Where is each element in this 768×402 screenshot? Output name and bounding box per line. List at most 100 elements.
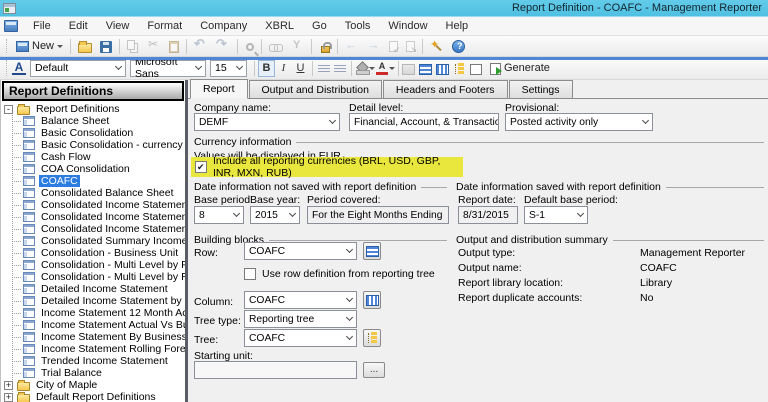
tree-select[interactable]: COAFC xyxy=(244,329,357,347)
bold-button[interactable]: B xyxy=(258,60,275,77)
include-currencies-checkbox[interactable] xyxy=(195,161,207,173)
starting-unit-field[interactable] xyxy=(194,361,357,379)
tree-type-select[interactable]: Reporting tree xyxy=(244,310,357,328)
tab-report[interactable]: Report xyxy=(190,79,248,99)
page-back-button[interactable] xyxy=(385,37,402,56)
link-button[interactable] xyxy=(265,37,286,56)
menu-window[interactable]: Window xyxy=(379,18,436,34)
tree-item-basic-consolidation[interactable]: Basic Consolidation xyxy=(1,127,185,139)
tree-item-income-statement-rolling-forecast[interactable]: Income Statement Rolling Forecast xyxy=(1,343,185,355)
menu-company[interactable]: Company xyxy=(191,18,256,34)
undo-button[interactable] xyxy=(190,37,212,56)
italic-button[interactable]: I xyxy=(275,60,292,77)
menu-xbrl[interactable]: XBRL xyxy=(256,18,303,34)
starting-unit-browse-button[interactable]: ... xyxy=(363,362,385,378)
menu-view[interactable]: View xyxy=(97,18,139,34)
indent-decrease-icon[interactable] xyxy=(318,65,330,74)
font-select[interactable]: Microsoft Sans xyxy=(130,60,206,77)
column-definition-button[interactable] xyxy=(363,291,381,309)
menu-edit[interactable]: Edit xyxy=(60,18,97,34)
tree-item-detailed-income-statement-by-iten[interactable]: Detailed Income Statement by Iten xyxy=(1,295,185,307)
tree-item-coa-consolidation[interactable]: COA Consolidation xyxy=(1,163,185,175)
reporting-tree-icon[interactable] xyxy=(453,63,466,75)
expand-icon[interactable]: + xyxy=(4,381,13,390)
column-select[interactable]: COAFC xyxy=(244,291,357,309)
tree-item-detailed-income-statement[interactable]: Detailed Income Statement xyxy=(1,283,185,295)
menu-help[interactable]: Help xyxy=(437,18,478,34)
menu-format[interactable]: Format xyxy=(138,18,191,34)
tree-item-cash-flow[interactable]: Cash Flow xyxy=(1,151,185,163)
tree-item-balance-sheet[interactable]: Balance Sheet xyxy=(1,115,185,127)
row-definition-button[interactable] xyxy=(363,242,381,260)
chevron-down-icon[interactable] xyxy=(389,67,395,70)
redo-button[interactable] xyxy=(212,37,234,56)
fill-color-icon[interactable] xyxy=(356,62,368,75)
provisional-select[interactable]: Posted activity only xyxy=(505,113,653,131)
tree-item-report-definitions[interactable]: -Report Definitions xyxy=(1,103,185,115)
base-year-select[interactable]: 2015 xyxy=(250,206,300,224)
report-icon xyxy=(23,200,35,210)
tree-item-consolidated-income-statement[interactable]: Consolidated Income Statement xyxy=(1,199,185,211)
generate-button[interactable]: Generate xyxy=(486,59,554,78)
tree-item-consolidation-multi-level-by-regio[interactable]: Consolidation - Multi Level by Regio xyxy=(1,271,185,283)
font-icon[interactable]: A xyxy=(12,61,26,75)
paste-button[interactable] xyxy=(165,37,183,56)
tree-item-default-report-definitions[interactable]: +Default Report Definitions xyxy=(1,391,185,402)
tree-item-coafc[interactable]: COAFC xyxy=(1,175,185,187)
detail-level-select[interactable]: Financial, Account, & Transaction xyxy=(349,113,499,131)
tree-definition-button[interactable] xyxy=(363,329,381,347)
tree-item-income-statement-by-business-uni[interactable]: Income Statement By Business Uni xyxy=(1,331,185,343)
back-button[interactable] xyxy=(341,37,363,56)
tree-item-consolidation-business-unit[interactable]: Consolidation - Business Unit xyxy=(1,247,185,259)
tree-value: COAFC xyxy=(249,333,285,344)
column-definition-icon[interactable] xyxy=(436,64,449,75)
menu-go[interactable]: Go xyxy=(303,18,336,34)
tab-headers-and-footers[interactable]: Headers and Footers xyxy=(383,80,508,98)
use-row-definition-checkbox[interactable] xyxy=(244,268,256,280)
tree-item-city-of-maple[interactable]: +City of Maple xyxy=(1,379,185,391)
style-select[interactable]: Default xyxy=(30,60,126,77)
tree-item-consolidated-income-statement-wi[interactable]: Consolidated Income Statement wi xyxy=(1,223,185,235)
tab-settings[interactable]: Settings xyxy=(509,80,573,98)
row-definition-icon[interactable] xyxy=(419,64,432,75)
row-select[interactable]: COAFC xyxy=(244,242,357,260)
tree-item-consolidated-income-statement-mi[interactable]: Consolidated Income Statement Mi xyxy=(1,211,185,223)
indent-increase-icon[interactable] xyxy=(334,65,346,74)
collapse-icon[interactable]: - xyxy=(4,105,13,114)
default-base-period-select[interactable]: S-1 xyxy=(524,206,588,224)
base-period-select[interactable]: 8 xyxy=(194,206,244,224)
tree-item-income-statement-12-month-actua[interactable]: Income Statement 12 Month Actua xyxy=(1,307,185,319)
help-button[interactable] xyxy=(448,37,469,56)
wand-button[interactable] xyxy=(426,37,448,56)
open-button[interactable] xyxy=(74,37,96,56)
tree-item-consolidated-summary-income-sta[interactable]: Consolidated Summary Income Sta xyxy=(1,235,185,247)
tree-item-consolidated-balance-sheet[interactable]: Consolidated Balance Sheet xyxy=(1,187,185,199)
font-size-select[interactable]: 15 xyxy=(210,60,247,77)
table-icon[interactable] xyxy=(402,64,415,75)
new-button[interactable]: New xyxy=(12,37,67,56)
page-forward-button[interactable] xyxy=(402,37,419,56)
find-button[interactable] xyxy=(241,37,258,56)
title-bar: Report Definition - COAFC - Management R… xyxy=(0,0,768,17)
tree-item-income-statement-actual-vs-budge[interactable]: Income Statement Actual Vs Budge xyxy=(1,319,185,331)
menu-file[interactable]: File xyxy=(24,18,60,34)
save-button[interactable] xyxy=(96,37,116,56)
tab-output-and-distribution[interactable]: Output and Distribution xyxy=(249,80,382,98)
company-name-select[interactable]: DEMF xyxy=(194,113,340,131)
copy-button[interactable] xyxy=(123,37,143,56)
tree-item-trended-income-statement[interactable]: Trended Income Statement xyxy=(1,355,185,367)
expand-icon[interactable]: + xyxy=(4,393,13,402)
tree-item-trial-balance[interactable]: Trial Balance xyxy=(1,367,185,379)
tree-item-consolidation-multi-level-by-func[interactable]: Consolidation - Multi Level by Func xyxy=(1,259,185,271)
branch-button[interactable] xyxy=(286,37,308,56)
lock-button[interactable] xyxy=(315,37,334,56)
document-icon[interactable] xyxy=(4,20,18,32)
forward-button[interactable] xyxy=(363,37,385,56)
calendar-icon[interactable] xyxy=(470,64,482,75)
cut-button[interactable] xyxy=(143,37,165,56)
menu-tools[interactable]: Tools xyxy=(336,18,380,34)
underline-button[interactable]: U xyxy=(292,60,309,77)
font-color-icon[interactable]: A xyxy=(376,62,388,75)
tree-item-basic-consolidation-currency-side[interactable]: Basic Consolidation - currency side xyxy=(1,139,185,151)
report-icon xyxy=(23,368,35,378)
